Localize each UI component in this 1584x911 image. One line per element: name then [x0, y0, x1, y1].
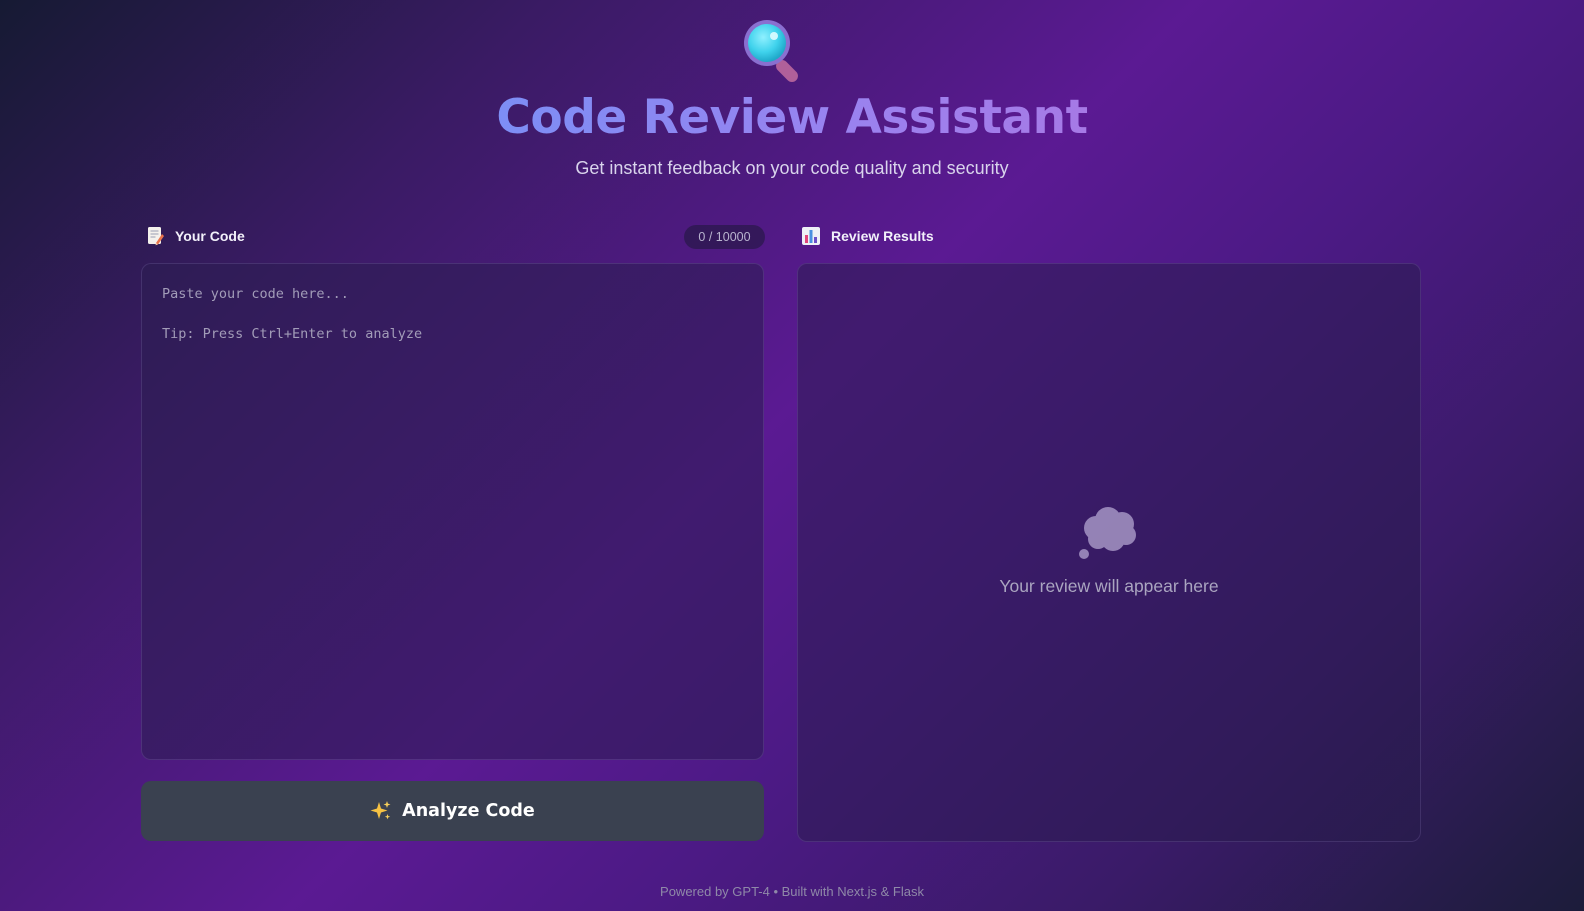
code-input[interactable]	[142, 264, 763, 759]
empty-state-text: Your review will appear here	[999, 576, 1219, 596]
page-subtitle: Get instant feedback on your code qualit…	[575, 158, 1009, 178]
sparkles-icon	[370, 801, 391, 820]
char-counter: 0 / 10000	[684, 225, 765, 249]
thought-bubble-icon	[1079, 507, 1136, 559]
memo-icon	[148, 227, 164, 246]
page-title: Code Review Assistant	[496, 90, 1088, 145]
review-results-container: Your review will appear here	[797, 263, 1421, 842]
analyze-button-label: Analyze Code	[402, 801, 535, 821]
bar-chart-icon	[802, 227, 820, 245]
results-panel-label: Review Results	[831, 228, 934, 244]
analyze-code-button[interactable]: Analyze Code	[141, 781, 764, 841]
code-editor-container	[141, 263, 764, 760]
footer-text: Powered by GPT-4 • Built with Next.js & …	[660, 884, 924, 899]
code-panel-header: Your Code	[145, 222, 245, 250]
results-panel-header: Review Results	[801, 222, 934, 250]
code-panel-label: Your Code	[175, 228, 245, 244]
magnifying-glass-icon	[744, 20, 798, 82]
